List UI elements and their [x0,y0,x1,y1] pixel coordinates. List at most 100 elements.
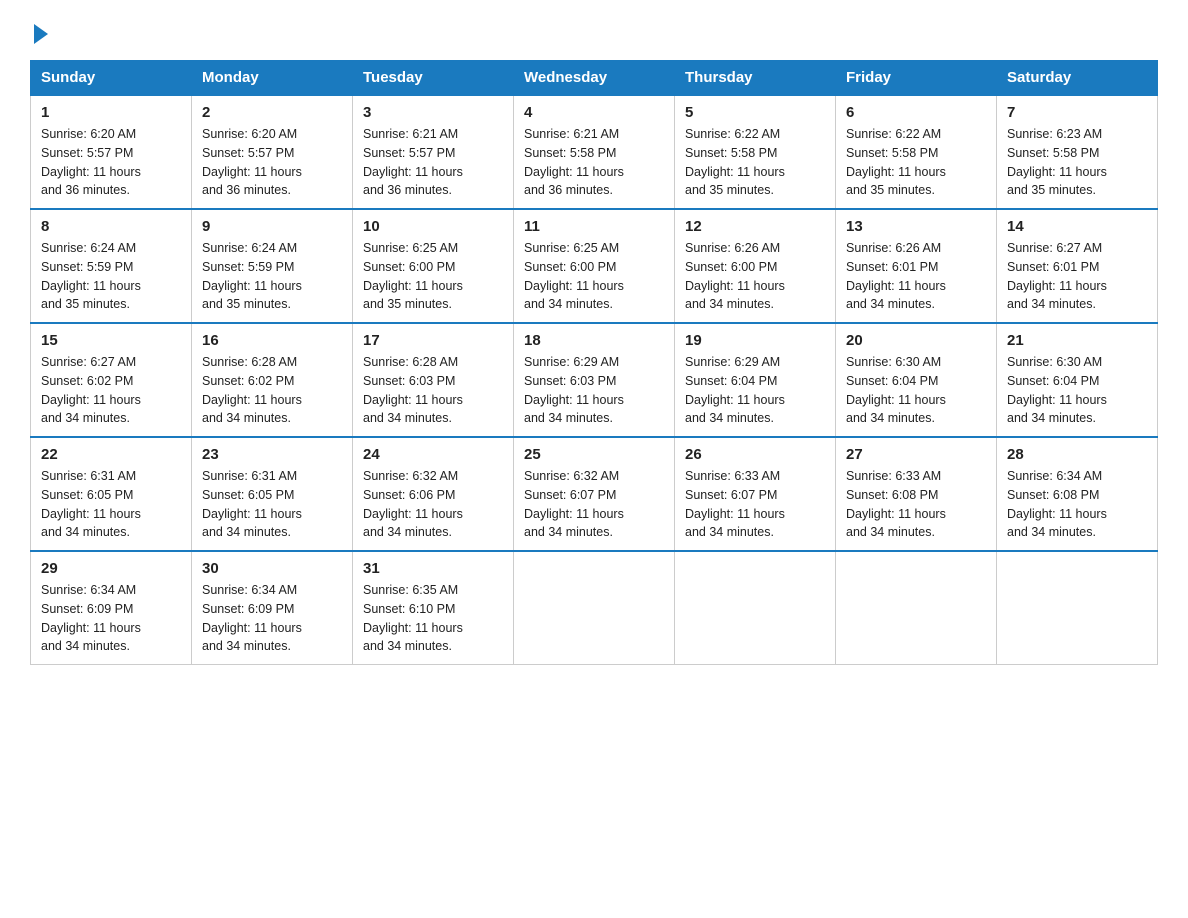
calendar-cell: 2 Sunrise: 6:20 AMSunset: 5:57 PMDayligh… [192,95,353,209]
page-header [30,20,1158,40]
day-number: 26 [685,446,825,463]
day-number: 22 [41,446,181,463]
day-info: Sunrise: 6:29 AMSunset: 6:03 PMDaylight:… [524,353,664,428]
day-number: 18 [524,332,664,349]
day-info: Sunrise: 6:23 AMSunset: 5:58 PMDaylight:… [1007,125,1147,200]
day-info: Sunrise: 6:29 AMSunset: 6:04 PMDaylight:… [685,353,825,428]
day-number: 23 [202,446,342,463]
calendar-cell: 12 Sunrise: 6:26 AMSunset: 6:00 PMDaylig… [675,209,836,323]
day-number: 6 [846,104,986,121]
calendar-week-row: 29 Sunrise: 6:34 AMSunset: 6:09 PMDaylig… [31,551,1158,665]
day-number: 21 [1007,332,1147,349]
column-header-tuesday: Tuesday [353,61,514,96]
day-info: Sunrise: 6:22 AMSunset: 5:58 PMDaylight:… [846,125,986,200]
day-info: Sunrise: 6:28 AMSunset: 6:02 PMDaylight:… [202,353,342,428]
day-info: Sunrise: 6:25 AMSunset: 6:00 PMDaylight:… [524,239,664,314]
day-number: 3 [363,104,503,121]
day-info: Sunrise: 6:28 AMSunset: 6:03 PMDaylight:… [363,353,503,428]
day-number: 8 [41,218,181,235]
calendar-cell: 20 Sunrise: 6:30 AMSunset: 6:04 PMDaylig… [836,323,997,437]
calendar-cell: 10 Sunrise: 6:25 AMSunset: 6:00 PMDaylig… [353,209,514,323]
calendar-cell: 27 Sunrise: 6:33 AMSunset: 6:08 PMDaylig… [836,437,997,551]
calendar-cell: 16 Sunrise: 6:28 AMSunset: 6:02 PMDaylig… [192,323,353,437]
day-number: 30 [202,560,342,577]
day-info: Sunrise: 6:31 AMSunset: 6:05 PMDaylight:… [41,467,181,542]
day-number: 2 [202,104,342,121]
day-number: 29 [41,560,181,577]
day-info: Sunrise: 6:24 AMSunset: 5:59 PMDaylight:… [202,239,342,314]
column-header-monday: Monday [192,61,353,96]
day-info: Sunrise: 6:35 AMSunset: 6:10 PMDaylight:… [363,581,503,656]
day-number: 20 [846,332,986,349]
calendar-cell: 17 Sunrise: 6:28 AMSunset: 6:03 PMDaylig… [353,323,514,437]
day-info: Sunrise: 6:21 AMSunset: 5:58 PMDaylight:… [524,125,664,200]
day-number: 31 [363,560,503,577]
day-info: Sunrise: 6:33 AMSunset: 6:07 PMDaylight:… [685,467,825,542]
day-info: Sunrise: 6:31 AMSunset: 6:05 PMDaylight:… [202,467,342,542]
calendar-cell: 7 Sunrise: 6:23 AMSunset: 5:58 PMDayligh… [997,95,1158,209]
day-number: 10 [363,218,503,235]
logo-arrow-icon [34,24,48,44]
calendar-cell: 1 Sunrise: 6:20 AMSunset: 5:57 PMDayligh… [31,95,192,209]
day-info: Sunrise: 6:27 AMSunset: 6:01 PMDaylight:… [1007,239,1147,314]
calendar-cell: 22 Sunrise: 6:31 AMSunset: 6:05 PMDaylig… [31,437,192,551]
column-header-sunday: Sunday [31,61,192,96]
column-header-saturday: Saturday [997,61,1158,96]
calendar-cell: 28 Sunrise: 6:34 AMSunset: 6:08 PMDaylig… [997,437,1158,551]
day-number: 17 [363,332,503,349]
day-number: 24 [363,446,503,463]
calendar-cell: 23 Sunrise: 6:31 AMSunset: 6:05 PMDaylig… [192,437,353,551]
day-info: Sunrise: 6:24 AMSunset: 5:59 PMDaylight:… [41,239,181,314]
day-info: Sunrise: 6:30 AMSunset: 6:04 PMDaylight:… [846,353,986,428]
day-number: 1 [41,104,181,121]
day-number: 4 [524,104,664,121]
day-info: Sunrise: 6:32 AMSunset: 6:06 PMDaylight:… [363,467,503,542]
calendar-cell: 9 Sunrise: 6:24 AMSunset: 5:59 PMDayligh… [192,209,353,323]
calendar-cell: 6 Sunrise: 6:22 AMSunset: 5:58 PMDayligh… [836,95,997,209]
calendar-cell: 11 Sunrise: 6:25 AMSunset: 6:00 PMDaylig… [514,209,675,323]
calendar-cell: 21 Sunrise: 6:30 AMSunset: 6:04 PMDaylig… [997,323,1158,437]
calendar-cell: 30 Sunrise: 6:34 AMSunset: 6:09 PMDaylig… [192,551,353,665]
calendar-cell: 14 Sunrise: 6:27 AMSunset: 6:01 PMDaylig… [997,209,1158,323]
calendar-cell: 15 Sunrise: 6:27 AMSunset: 6:02 PMDaylig… [31,323,192,437]
column-header-wednesday: Wednesday [514,61,675,96]
column-header-thursday: Thursday [675,61,836,96]
day-info: Sunrise: 6:22 AMSunset: 5:58 PMDaylight:… [685,125,825,200]
calendar-cell: 25 Sunrise: 6:32 AMSunset: 6:07 PMDaylig… [514,437,675,551]
day-info: Sunrise: 6:25 AMSunset: 6:00 PMDaylight:… [363,239,503,314]
day-number: 19 [685,332,825,349]
calendar-cell: 13 Sunrise: 6:26 AMSunset: 6:01 PMDaylig… [836,209,997,323]
calendar-cell: 3 Sunrise: 6:21 AMSunset: 5:57 PMDayligh… [353,95,514,209]
day-info: Sunrise: 6:34 AMSunset: 6:08 PMDaylight:… [1007,467,1147,542]
calendar-header-row: SundayMondayTuesdayWednesdayThursdayFrid… [31,61,1158,96]
calendar-cell: 24 Sunrise: 6:32 AMSunset: 6:06 PMDaylig… [353,437,514,551]
calendar-cell [675,551,836,665]
day-info: Sunrise: 6:34 AMSunset: 6:09 PMDaylight:… [41,581,181,656]
day-info: Sunrise: 6:20 AMSunset: 5:57 PMDaylight:… [202,125,342,200]
day-number: 13 [846,218,986,235]
calendar-cell [836,551,997,665]
calendar-cell: 5 Sunrise: 6:22 AMSunset: 5:58 PMDayligh… [675,95,836,209]
day-number: 15 [41,332,181,349]
calendar-week-row: 1 Sunrise: 6:20 AMSunset: 5:57 PMDayligh… [31,95,1158,209]
day-number: 27 [846,446,986,463]
day-number: 12 [685,218,825,235]
calendar-cell [997,551,1158,665]
day-info: Sunrise: 6:21 AMSunset: 5:57 PMDaylight:… [363,125,503,200]
calendar-cell: 29 Sunrise: 6:34 AMSunset: 6:09 PMDaylig… [31,551,192,665]
calendar-week-row: 15 Sunrise: 6:27 AMSunset: 6:02 PMDaylig… [31,323,1158,437]
day-number: 28 [1007,446,1147,463]
calendar-week-row: 22 Sunrise: 6:31 AMSunset: 6:05 PMDaylig… [31,437,1158,551]
calendar-cell [514,551,675,665]
day-info: Sunrise: 6:20 AMSunset: 5:57 PMDaylight:… [41,125,181,200]
calendar-cell: 31 Sunrise: 6:35 AMSunset: 6:10 PMDaylig… [353,551,514,665]
calendar-cell: 18 Sunrise: 6:29 AMSunset: 6:03 PMDaylig… [514,323,675,437]
day-number: 14 [1007,218,1147,235]
calendar-cell: 8 Sunrise: 6:24 AMSunset: 5:59 PMDayligh… [31,209,192,323]
day-info: Sunrise: 6:26 AMSunset: 6:01 PMDaylight:… [846,239,986,314]
day-number: 11 [524,218,664,235]
day-number: 16 [202,332,342,349]
day-info: Sunrise: 6:33 AMSunset: 6:08 PMDaylight:… [846,467,986,542]
calendar-cell: 19 Sunrise: 6:29 AMSunset: 6:04 PMDaylig… [675,323,836,437]
logo [30,20,48,40]
